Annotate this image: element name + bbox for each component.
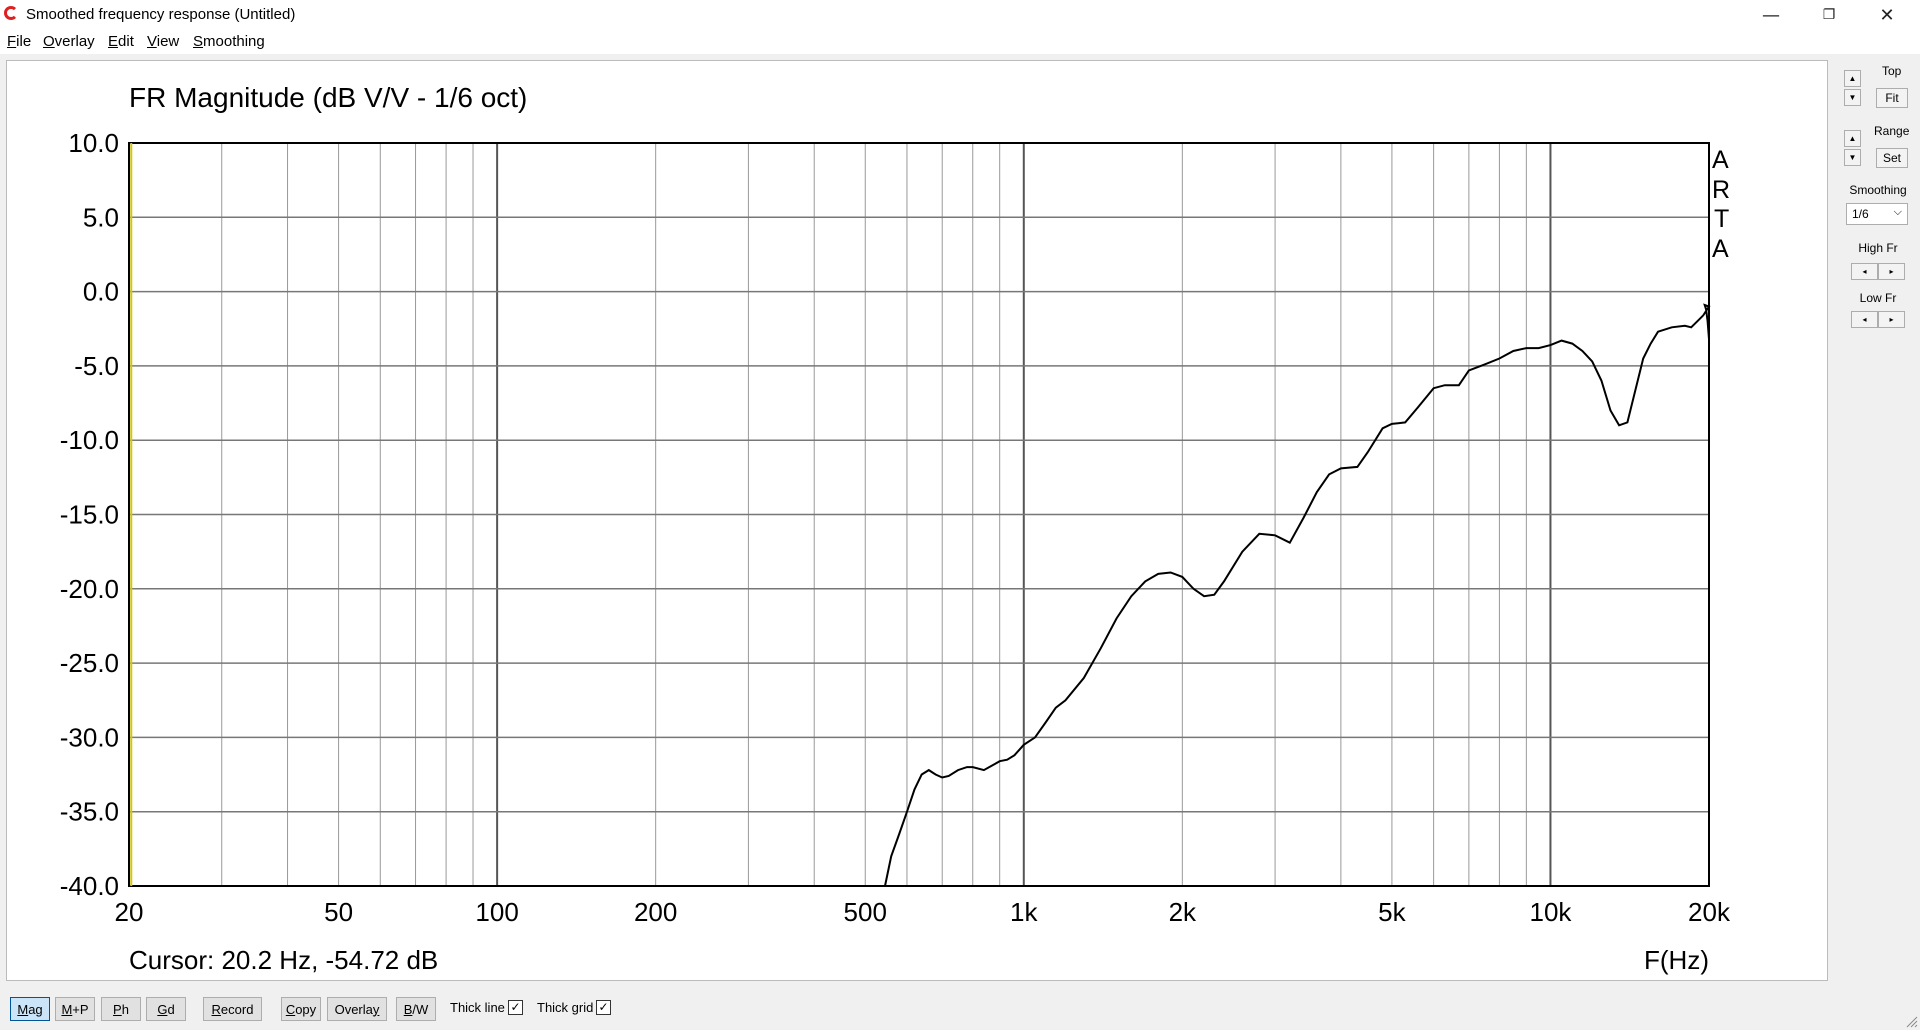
phase-button[interactable]: Ph <box>101 997 141 1021</box>
y-tick-label: 10.0 <box>68 128 119 158</box>
x-tick-label: 20k <box>1688 897 1731 927</box>
set-button[interactable]: Set <box>1876 148 1908 168</box>
high-fr-left-button[interactable]: ◂ <box>1851 263 1878 280</box>
x-tick-label: 5k <box>1378 897 1406 927</box>
mag-phase-button[interactable]: M +P <box>55 997 95 1021</box>
y-tick-label: -35.0 <box>60 797 119 827</box>
smoothing-label: Smoothing <box>1849 183 1907 197</box>
x-tick-label: 100 <box>475 897 518 927</box>
x-tick-label: 20 <box>115 897 144 927</box>
menu-file[interactable]: File <box>7 33 31 50</box>
high-fr-right-button[interactable]: ▸ <box>1878 263 1905 280</box>
svg-text:R: R <box>1712 176 1730 204</box>
thick-grid-label: Thick grid <box>537 1000 594 1015</box>
y-tick-label: -20.0 <box>60 574 119 604</box>
svg-text:T: T <box>1714 205 1729 233</box>
arta-watermark: A R T A <box>1712 146 1730 263</box>
bottom-toolbar: Mag M +P Ph Gd Record Copy Overla y B/W Th… <box>0 982 1920 1030</box>
top-label: Top <box>1882 64 1902 78</box>
menu-overlay[interactable]: Overlay <box>43 33 95 50</box>
y-tick-label: -15.0 <box>60 500 119 530</box>
y-tick-label: -10.0 <box>60 425 119 455</box>
group-delay-button[interactable]: Gd <box>146 997 186 1021</box>
menu-bar: File Overlay Edit View Smoothing <box>0 30 1920 54</box>
bw-button[interactable]: B/W <box>396 997 436 1021</box>
overlay-button[interactable]: Overla y <box>327 997 387 1021</box>
thick-line-checkbox[interactable]: ✓ <box>508 1000 523 1015</box>
resize-grip-icon[interactable] <box>1906 1016 1918 1028</box>
high-fr-label: High Fr <box>1858 241 1898 255</box>
y-tick-label: -25.0 <box>60 648 119 678</box>
fit-button[interactable]: Fit <box>1876 88 1908 108</box>
side-panel: Top ▲ ▼ Fit Range ▲ ▼ Set Smoothing 1/6 ⌵… <box>1830 60 1920 980</box>
menu-view[interactable]: View <box>147 33 179 50</box>
y-tick-label: -5.0 <box>74 351 119 381</box>
x-tick-label: 10k <box>1529 897 1572 927</box>
thick-line-label: Thick line <box>450 1000 505 1015</box>
low-fr-label: Low Fr <box>1859 291 1897 305</box>
frequency-response-chart: 10.0 5.0 0.0 -5.0 -10.0 -15.0 -20.0 -25.0 -30.0 -… <box>60 82 1731 975</box>
arta-app-icon <box>4 6 18 20</box>
thick-grid-checkbox[interactable]: ✓ <box>596 1000 611 1015</box>
copy-button[interactable]: Copy <box>281 997 321 1021</box>
svg-text:A: A <box>1712 146 1729 174</box>
series-line <box>884 303 1711 887</box>
y-tick-label: -40.0 <box>60 871 119 901</box>
x-tick-label: 50 <box>324 897 353 927</box>
chart-title: FR Magnitude (dB V/V - 1/6 oct) <box>129 82 527 113</box>
top-up-button[interactable]: ▲ <box>1844 70 1861 87</box>
chevron-down-icon: ⌵ <box>1893 206 1902 218</box>
title-bar: Smoothed frequency response (Untitled) —… <box>0 0 1920 30</box>
window-title: Smoothed frequency response (Untitled) <box>26 6 296 23</box>
range-up-button[interactable]: ▲ <box>1844 130 1861 147</box>
plot-area[interactable]: 10.0 5.0 0.0 -5.0 -10.0 -15.0 -20.0 -25.0 -30.0 -… <box>6 60 1828 981</box>
top-down-button[interactable]: ▼ <box>1844 89 1861 106</box>
y-tick-label: 5.0 <box>83 202 119 232</box>
mag-button[interactable]: Mag <box>10 997 50 1021</box>
x-tick-label: 500 <box>844 897 887 927</box>
x-axis-label: F(Hz) <box>1644 945 1709 975</box>
menu-smoothing[interactable]: Smoothing <box>193 33 265 50</box>
x-tick-label: 200 <box>634 897 677 927</box>
svg-text:A: A <box>1712 235 1729 263</box>
range-down-button[interactable]: ▼ <box>1844 149 1861 166</box>
x-tick-label: 2k <box>1169 897 1197 927</box>
close-button[interactable]: ✕ <box>1858 0 1916 30</box>
low-fr-right-button[interactable]: ▸ <box>1878 311 1905 328</box>
x-tick-label: 1k <box>1010 897 1038 927</box>
low-fr-left-button[interactable]: ◂ <box>1851 311 1878 328</box>
smoothing-select[interactable]: 1/6 ⌵ <box>1846 203 1908 225</box>
cursor-readout: Cursor: 20.2 Hz, -54.72 dB <box>129 945 438 975</box>
menu-edit[interactable]: Edit <box>108 33 134 50</box>
y-tick-label: 0.0 <box>83 277 119 307</box>
minimize-button[interactable]: — <box>1742 0 1800 30</box>
restore-button[interactable]: ❐ <box>1800 0 1858 30</box>
record-button[interactable]: Record <box>203 997 262 1021</box>
range-label: Range <box>1874 124 1910 138</box>
y-tick-label: -30.0 <box>60 722 119 752</box>
